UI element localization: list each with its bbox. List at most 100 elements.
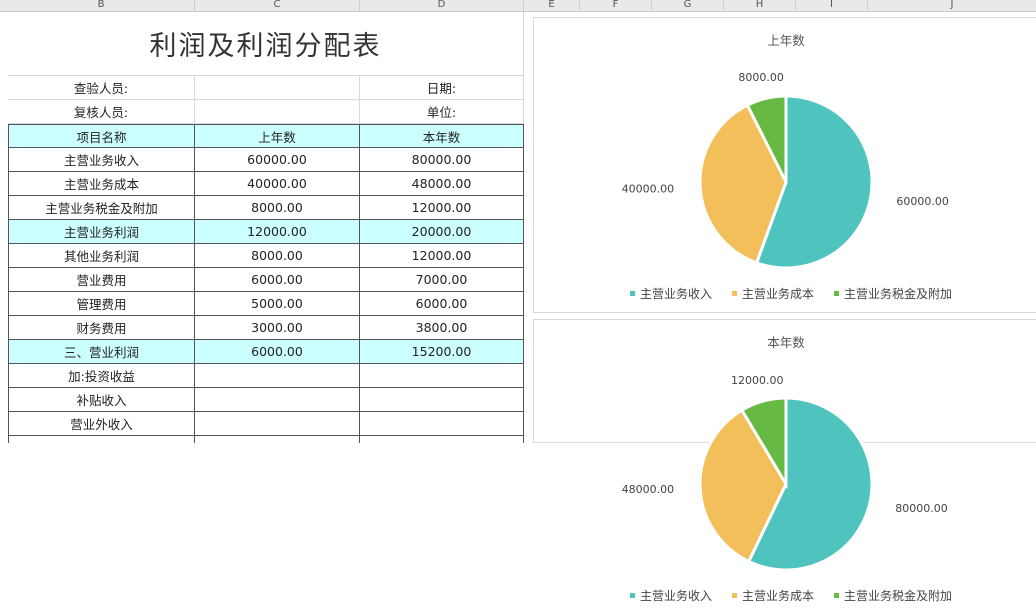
- column-header-i[interactable]: I: [796, 0, 868, 11]
- table-row: 主营业务税金及附加 8000.00 12000.00: [8, 196, 524, 220]
- table-row: 主营业务收入 60000.00 80000.00: [8, 148, 524, 172]
- column-header-bar: B C D E F G H I J: [0, 0, 1036, 12]
- legend-label[interactable]: 主营业务收入: [640, 588, 712, 603]
- table-row: 加:投资收益: [8, 364, 524, 388]
- curr-year-cell[interactable]: 12000.00: [360, 196, 524, 220]
- table-row: 营业费用 6000.00 7000.00: [8, 268, 524, 292]
- table-row: 主营业务成本 40000.00 48000.00: [8, 172, 524, 196]
- item-name-cell[interactable]: 主营业务成本: [8, 172, 195, 196]
- inspector-value-cell[interactable]: [195, 76, 360, 100]
- curr-year-cell[interactable]: [360, 388, 524, 412]
- legend-swatch: [630, 291, 635, 296]
- table-row: 管理费用 5000.00 6000.00: [8, 292, 524, 316]
- column-header-j[interactable]: J: [868, 0, 1036, 11]
- curr-year-cell[interactable]: 20000.00: [360, 220, 524, 244]
- curr-year-cell[interactable]: 80000.00: [360, 148, 524, 172]
- table-row: [8, 436, 524, 443]
- legend-swatch: [834, 291, 839, 296]
- curr-year-cell[interactable]: 3800.00: [360, 316, 524, 340]
- prev-year-cell[interactable]: [195, 412, 360, 436]
- curr-year-cell[interactable]: 15200.00: [360, 340, 524, 364]
- spreadsheet-grid: 利润及利润分配表 查验人员: 日期: 复核人员: 单位: 项目名称 上年数 本年…: [8, 12, 524, 443]
- header-curr-year[interactable]: 本年数: [360, 124, 524, 148]
- item-name-cell[interactable]: 补贴收入: [8, 388, 195, 412]
- table-row: 财务费用 3000.00 3800.00: [8, 316, 524, 340]
- sheet-title[interactable]: 利润及利润分配表: [8, 12, 524, 76]
- prev-year-cell[interactable]: 5000.00: [195, 292, 360, 316]
- legend-swatch: [630, 593, 635, 598]
- item-name-cell[interactable]: 营业费用: [8, 268, 195, 292]
- column-header-e[interactable]: E: [524, 0, 580, 11]
- item-name-cell[interactable]: 加:投资收益: [8, 364, 195, 388]
- legend-label[interactable]: 主营业务成本: [742, 588, 814, 603]
- legend-label[interactable]: 主营业务成本: [742, 286, 814, 301]
- table-row: 其他业务利润 8000.00 12000.00: [8, 244, 524, 268]
- curr-year-cell[interactable]: 7000.00: [360, 268, 524, 292]
- data-label: 12000.00: [731, 374, 784, 387]
- info-row: 查验人员: 日期:: [8, 76, 524, 100]
- chart-title: 上年数: [767, 33, 805, 48]
- empty-cell[interactable]: [360, 436, 524, 443]
- column-header-c[interactable]: C: [195, 0, 360, 11]
- title-row: 利润及利润分配表: [8, 12, 524, 76]
- table-header-row: 项目名称 上年数 本年数: [8, 124, 524, 148]
- column-header-b[interactable]: B: [8, 0, 195, 11]
- prev-year-cell[interactable]: 60000.00: [195, 148, 360, 172]
- prev-year-cell[interactable]: [195, 364, 360, 388]
- data-label: 48000.00: [622, 483, 675, 496]
- unit-label[interactable]: 单位:: [360, 100, 524, 124]
- pie-chart-prev-year[interactable]: 上年数 60000.00 40000.00 8000.00 主营业务收入 主营业务成本…: [533, 17, 1036, 313]
- item-name-cell[interactable]: 财务费用: [8, 316, 195, 340]
- legend-label[interactable]: 主营业务收入: [640, 286, 712, 301]
- reviewer-label[interactable]: 复核人员:: [8, 100, 195, 124]
- legend-swatch: [834, 593, 839, 598]
- item-name-cell[interactable]: 三、营业利润: [8, 340, 195, 364]
- legend-swatch: [732, 291, 737, 296]
- item-name-cell[interactable]: 主营业务收入: [8, 148, 195, 172]
- table-row: 营业外收入: [8, 412, 524, 436]
- data-label: 60000.00: [896, 195, 949, 208]
- empty-cell[interactable]: [8, 436, 195, 443]
- prev-year-cell[interactable]: 40000.00: [195, 172, 360, 196]
- info-row: 复核人员: 单位:: [8, 100, 524, 124]
- prev-year-cell[interactable]: 8000.00: [195, 196, 360, 220]
- table-row: 补贴收入: [8, 388, 524, 412]
- item-name-cell[interactable]: 主营业务利润: [8, 220, 195, 244]
- item-name-cell[interactable]: 主营业务税金及附加: [8, 196, 195, 220]
- inspector-label[interactable]: 查验人员:: [8, 76, 195, 100]
- item-name-cell[interactable]: 营业外收入: [8, 412, 195, 436]
- curr-year-cell[interactable]: 12000.00: [360, 244, 524, 268]
- curr-year-cell[interactable]: 48000.00: [360, 172, 524, 196]
- curr-year-cell[interactable]: 6000.00: [360, 292, 524, 316]
- prev-year-cell[interactable]: 6000.00: [195, 340, 360, 364]
- data-label: 8000.00: [738, 71, 784, 84]
- empty-cell[interactable]: [195, 436, 360, 443]
- prev-year-cell[interactable]: 3000.00: [195, 316, 360, 340]
- prev-year-cell[interactable]: [195, 388, 360, 412]
- curr-year-cell[interactable]: [360, 364, 524, 388]
- pie-chart-svg: 本年数 80000.00 48000.00 12000.00 主营业务收入 主营业务成…: [622, 335, 952, 603]
- prev-year-cell[interactable]: 8000.00: [195, 244, 360, 268]
- prev-year-cell[interactable]: 12000.00: [195, 220, 360, 244]
- legend-label[interactable]: 主营业务税金及附加: [844, 286, 952, 301]
- legend-swatch: [732, 593, 737, 598]
- table-row: 三、营业利润 6000.00 15200.00: [8, 340, 524, 364]
- column-header-d[interactable]: D: [360, 0, 524, 11]
- pie-chart-curr-year[interactable]: 本年数 80000.00 48000.00 12000.00 主营业务收入 主营业务成…: [533, 319, 1036, 603]
- data-label: 40000.00: [622, 182, 675, 195]
- header-prev-year[interactable]: 上年数: [195, 124, 360, 148]
- pie-chart-svg: 上年数 60000.00 40000.00 8000.00 主营业务收入 主营业务成本…: [622, 33, 952, 301]
- prev-year-cell[interactable]: 6000.00: [195, 268, 360, 292]
- data-label: 80000.00: [895, 502, 948, 515]
- legend-label[interactable]: 主营业务税金及附加: [844, 588, 952, 603]
- reviewer-value-cell[interactable]: [195, 100, 360, 124]
- curr-year-cell[interactable]: [360, 412, 524, 436]
- column-header-f[interactable]: F: [580, 0, 652, 11]
- table-row: 主营业务利润 12000.00 20000.00: [8, 220, 524, 244]
- header-item-name[interactable]: 项目名称: [8, 124, 195, 148]
- item-name-cell[interactable]: 其他业务利润: [8, 244, 195, 268]
- column-header-g[interactable]: G: [652, 0, 724, 11]
- date-label[interactable]: 日期:: [360, 76, 524, 100]
- item-name-cell[interactable]: 管理费用: [8, 292, 195, 316]
- column-header-h[interactable]: H: [724, 0, 796, 11]
